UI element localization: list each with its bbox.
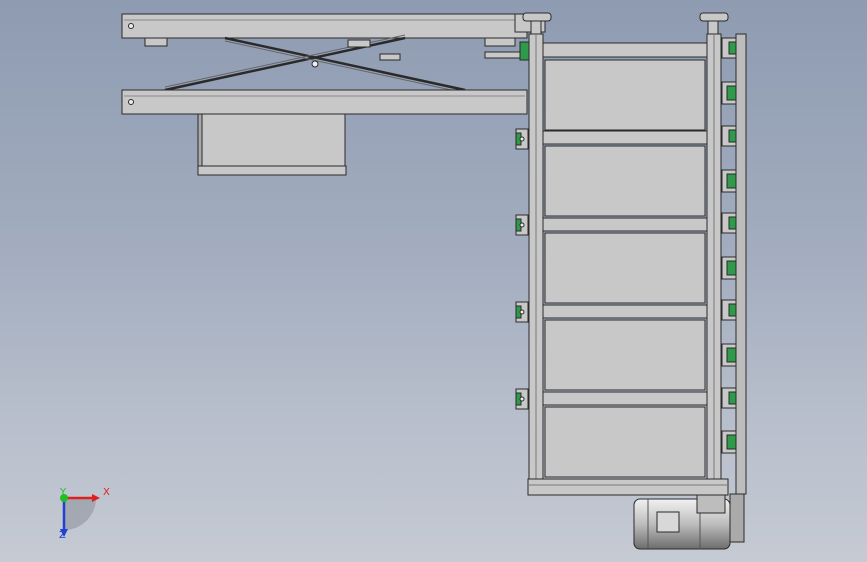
cad-model-view[interactable] [0,0,867,562]
conveyor-frame-assembly[interactable] [522,12,747,496]
cross-beam [542,304,708,319]
pivot-pin-icon [311,60,319,68]
lift-bottom-plate [121,89,528,115]
motor-assembly[interactable] [633,493,745,550]
lift-base-box [197,113,346,167]
roller-icon [721,256,737,280]
conveyor-panel [544,232,706,304]
scissor-arm [224,36,466,92]
z-axis-label: Z [59,530,66,541]
roller-icon [721,81,737,105]
roller-icon [721,387,737,409]
cross-beam [542,130,708,145]
left-rollers [515,128,529,410]
roller-icon [721,37,737,59]
conveyor-panel [544,59,706,131]
x-axis-label: X [103,487,110,498]
roller-icon [721,343,737,367]
roller-icon [721,299,737,321]
lift-base-foot [197,165,347,176]
graphics-viewport[interactable]: X Y Z [0,0,867,562]
cross-beam [542,391,708,406]
scissor-lift-assembly[interactable] [121,13,546,176]
bolt-icon [128,99,134,105]
bolt-icon [128,23,134,29]
conveyor-panel [544,145,706,217]
motor-coupling [729,493,745,543]
conveyor-panel [544,406,706,478]
y-axis-label: Y [60,487,67,498]
roller-icon [515,128,529,150]
roller-icon [721,169,737,193]
motor-terminal-box [656,511,680,533]
roller-icon [515,301,529,323]
roller-icon [721,125,737,147]
roller-icon [721,430,737,454]
frame-top-header [542,42,708,58]
roller-icon [515,388,529,410]
lift-top-plate [121,13,528,39]
roller-icon [515,214,529,236]
roller-icon [721,212,737,234]
right-rollers [721,37,737,454]
frame-bottom-base [527,478,729,496]
conveyor-panel [544,319,706,391]
cross-beam [542,217,708,232]
